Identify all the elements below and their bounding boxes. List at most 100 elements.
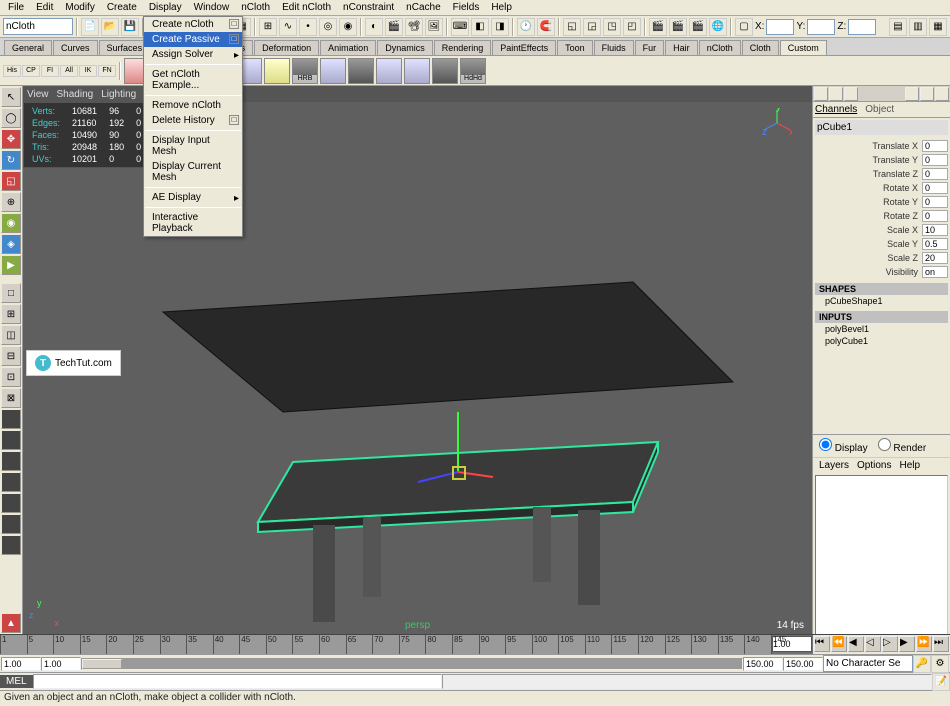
mini-all[interactable]: All: [60, 65, 78, 77]
cb-btn6-icon[interactable]: [935, 87, 949, 101]
three-top-icon[interactable]: ⊡: [1, 367, 21, 387]
mini-his[interactable]: His: [3, 65, 21, 77]
shelf-tab-dynamics[interactable]: Dynamics: [377, 40, 433, 55]
shelf-tab-fluids[interactable]: Fluids: [594, 40, 634, 55]
select-tool-icon[interactable]: ↖: [1, 87, 21, 107]
cmd-lang-label[interactable]: MEL: [0, 675, 33, 688]
cb-btn4-icon[interactable]: [905, 87, 919, 101]
menu-help[interactable]: Help: [485, 1, 518, 14]
attr-ry[interactable]: 0: [922, 196, 948, 208]
attr-vis[interactable]: on: [922, 266, 948, 278]
shelf-play-icon[interactable]: [264, 58, 290, 84]
menu-display[interactable]: Display: [143, 1, 188, 14]
viewport-persp[interactable]: Verts:10681960 Edges:211601920 Faces:104…: [23, 102, 812, 634]
hype2-icon[interactable]: [1, 472, 21, 492]
four-pane-icon[interactable]: ⊞: [1, 304, 21, 324]
vp-menu-view[interactable]: View: [27, 89, 49, 100]
script-icon[interactable]: [1, 514, 21, 534]
snap-grid-icon[interactable]: ⊞: [259, 18, 277, 36]
menu-item[interactable]: Assign Solver▸: [144, 47, 242, 62]
shelf-tab-rendering[interactable]: Rendering: [434, 40, 492, 55]
ipr-render-icon[interactable]: 📽: [405, 18, 423, 36]
coord-x-input[interactable]: [766, 19, 794, 35]
layout2-icon[interactable]: ▥: [909, 18, 927, 36]
cb-btn5-icon[interactable]: [920, 87, 934, 101]
last-tool-icon[interactable]: ▶: [1, 255, 21, 275]
menu-item[interactable]: Display Current Mesh: [144, 159, 242, 185]
go-end-icon[interactable]: ⏭: [933, 636, 949, 652]
shelf-tab-fur[interactable]: Fur: [635, 40, 665, 55]
misc1-icon[interactable]: ◱: [563, 18, 581, 36]
menu-item[interactable]: AE Display▸: [144, 190, 242, 205]
coord-z-input[interactable]: [848, 19, 876, 35]
move-tool-icon[interactable]: ✥: [1, 129, 21, 149]
attr-sz[interactable]: 20: [922, 252, 948, 264]
shelf-tab-hair[interactable]: Hair: [665, 40, 698, 55]
universal-tool-icon[interactable]: ⊕: [1, 192, 21, 212]
prefs-icon[interactable]: ⚙: [931, 655, 949, 673]
abs-mode-icon[interactable]: ▢: [735, 18, 753, 36]
rotate-tool-icon[interactable]: ↻: [1, 150, 21, 170]
range-end-input[interactable]: [783, 657, 823, 671]
shelf-display1-icon[interactable]: [376, 58, 402, 84]
attr-rx[interactable]: 0: [922, 182, 948, 194]
mini-fn[interactable]: FN: [98, 65, 116, 77]
menu-nconstraint[interactable]: nConstraint: [337, 1, 400, 14]
menu-file[interactable]: File: [2, 1, 30, 14]
layers-menu-help[interactable]: Help: [899, 460, 920, 471]
menu-modify[interactable]: Modify: [59, 1, 100, 14]
misc3-icon[interactable]: ◳: [603, 18, 621, 36]
charset-dropdown[interactable]: No Character Set: [823, 655, 913, 672]
three-left-icon[interactable]: ⊠: [1, 388, 21, 408]
go-start-icon[interactable]: ⏮: [814, 636, 830, 652]
outliner-icon[interactable]: [1, 535, 21, 555]
mini-fi[interactable]: FI: [41, 65, 59, 77]
mini-cp[interactable]: CP: [22, 65, 40, 77]
menu-item[interactable]: Display Input Mesh: [144, 133, 242, 159]
show-manip-icon[interactable]: ◈: [1, 234, 21, 254]
snap-view-icon[interactable]: ◎: [319, 18, 337, 36]
menu-edit-ncloth[interactable]: Edit nCloth: [276, 1, 337, 14]
hype1-icon[interactable]: [1, 451, 21, 471]
menu-create[interactable]: Create: [101, 1, 143, 14]
vp-menu-lighting[interactable]: Lighting: [101, 89, 136, 100]
shelf-tab-deformation[interactable]: Deformation: [254, 40, 319, 55]
single-pane-icon[interactable]: □: [1, 283, 21, 303]
lasso-tool-icon[interactable]: ◯: [1, 108, 21, 128]
shape-item[interactable]: pCubeShape1: [815, 295, 948, 307]
menu-item[interactable]: Create Passive□: [144, 32, 242, 47]
attr-ty[interactable]: 0: [922, 154, 948, 166]
radio-display[interactable]: Display: [819, 438, 868, 454]
maya-logo-icon[interactable]: ▲: [1, 613, 21, 633]
key-fwd-icon[interactable]: ▷: [882, 636, 898, 652]
shelf-tab-ncloth[interactable]: nCloth: [699, 40, 741, 55]
layout1-icon[interactable]: ▤: [889, 18, 907, 36]
attr-sy[interactable]: 0.5: [922, 238, 948, 250]
soft-mod-tool-icon[interactable]: ◉: [1, 213, 21, 233]
persp-graph-icon[interactable]: [1, 409, 21, 429]
range-in-input[interactable]: [41, 657, 81, 671]
attr-tz[interactable]: 0: [922, 168, 948, 180]
menu-ncache[interactable]: nCache: [400, 1, 446, 14]
range-out-input[interactable]: [743, 657, 783, 671]
shelf-hrb-icon[interactable]: HRB: [292, 58, 318, 84]
shelf-tab-animation[interactable]: Animation: [320, 40, 376, 55]
shelf-tab-painteffects[interactable]: PaintEffects: [492, 40, 556, 55]
render-clap2-icon[interactable]: 🎬: [669, 18, 687, 36]
menu-item[interactable]: Create nCloth□: [144, 17, 242, 32]
menu-item[interactable]: Interactive Playback: [144, 210, 242, 236]
menu-window[interactable]: Window: [188, 1, 236, 14]
vp-menu-shading[interactable]: Shading: [57, 89, 94, 100]
persp-out-icon[interactable]: [1, 430, 21, 450]
absolute-icon[interactable]: ◧: [471, 18, 489, 36]
shelf-delete-icon[interactable]: [348, 58, 374, 84]
open-file-icon[interactable]: 📂: [101, 18, 119, 36]
view-compass-icon[interactable]: y x z: [762, 108, 792, 138]
radio-render[interactable]: Render: [878, 438, 927, 454]
command-input[interactable]: [33, 674, 443, 689]
history-icon[interactable]: ◐: [365, 18, 383, 36]
shelf-tab-curves[interactable]: Curves: [53, 40, 98, 55]
cb-btn1-icon[interactable]: [814, 87, 828, 101]
menu-item[interactable]: Get nCloth Example...: [144, 67, 242, 93]
relative-icon[interactable]: ◨: [491, 18, 509, 36]
